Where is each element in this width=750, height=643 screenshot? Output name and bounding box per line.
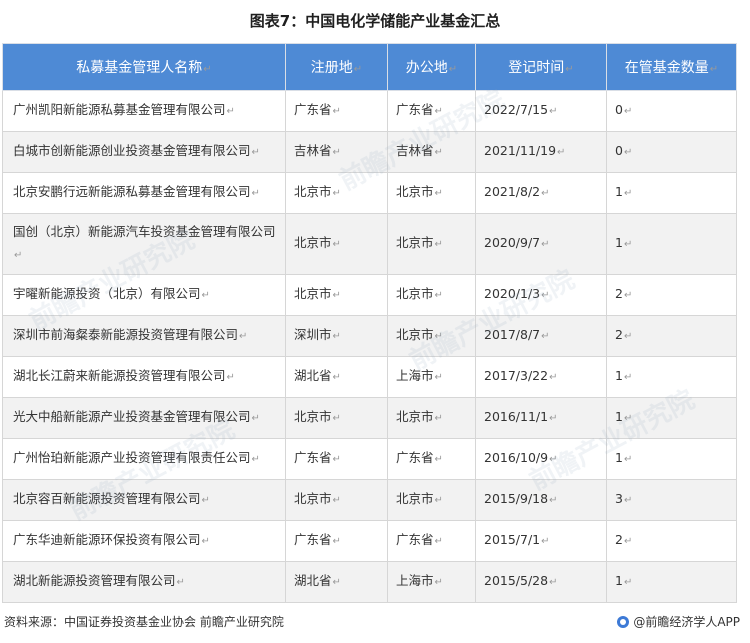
cell-count: 2↵ — [606, 274, 737, 316]
col-header-office: 办公地↵ — [387, 43, 476, 91]
cell-manager-name: 白城市创新能源创业投资基金管理有限公司↵ — [2, 131, 286, 173]
cell-manager-name: 湖北长江蔚来新能源投资管理有限公司↵ — [2, 356, 286, 398]
table-row: 湖北新能源投资管理有限公司↵ 湖北省↵ 上海市↵ 2015/5/28↵ 1↵ — [2, 561, 737, 603]
col-header-registered: 注册地↵ — [285, 43, 388, 91]
cell-date: 2016/11/1↵ — [475, 397, 607, 439]
cell-count: 1↵ — [606, 438, 737, 480]
brand-text: @前瞻经济学人APP — [633, 615, 740, 629]
cell-registered: 广东省↵ — [285, 520, 388, 562]
cell-count: 0↵ — [606, 131, 737, 173]
cell-registered: 广东省↵ — [285, 438, 388, 480]
cell-count: 3↵ — [606, 479, 737, 521]
brand-credit: @前瞻经济学人APP — [617, 613, 740, 630]
cell-office: 上海市↵ — [387, 561, 476, 603]
cell-office: 广东省↵ — [387, 520, 476, 562]
cell-count: 1↵ — [606, 213, 737, 275]
table-row: 白城市创新能源创业投资基金管理有限公司↵ 吉林省↵ 吉林省↵ 2021/11/19↵ 0… — [2, 131, 737, 173]
table-row: 湖北长江蔚来新能源投资管理有限公司↵ 湖北省↵ 上海市↵ 2017/3/22↵ 1↵ — [2, 356, 737, 398]
cell-office: 北京市↵ — [387, 172, 476, 214]
cell-manager-name: 北京容百新能源投资管理有限公司↵ — [2, 479, 286, 521]
cell-registered: 北京市↵ — [285, 397, 388, 439]
col-header-name: 私募基金管理人名称↵ — [2, 43, 286, 91]
cell-manager-name: 广州凯阳新能源私募基金管理有限公司↵ — [2, 90, 286, 132]
table-row: 北京安鹏行远新能源私募基金管理有限公司↵ 北京市↵ 北京市↵ 2021/8/2↵ 1↵ — [2, 172, 737, 214]
col-header-count: 在管基金数量↵ — [606, 43, 737, 91]
cell-count: 2↵ — [606, 315, 737, 357]
cell-office: 北京市↵ — [387, 274, 476, 316]
table-row: 北京容百新能源投资管理有限公司↵ 北京市↵ 北京市↵ 2015/9/18↵ 3↵ — [2, 479, 737, 521]
cell-registered: 北京市↵ — [285, 274, 388, 316]
table-row: 国创（北京）新能源汽车投资基金管理有限公司↵ 北京市↵ 北京市↵ 2020/9/7↵ 1… — [2, 213, 737, 275]
cell-date: 2021/8/2↵ — [475, 172, 607, 214]
cell-office: 北京市↵ — [387, 479, 476, 521]
cell-date: 2016/10/9↵ — [475, 438, 607, 480]
cell-office: 北京市↵ — [387, 397, 476, 439]
cell-date: 2015/9/18↵ — [475, 479, 607, 521]
cell-registered: 湖北省↵ — [285, 356, 388, 398]
cell-office: 北京市↵ — [387, 213, 476, 275]
cell-registered: 北京市↵ — [285, 172, 388, 214]
page-title: 图表7：中国电化学储能产业基金汇总 — [249, 12, 501, 30]
table-row: 光大中船新能源产业投资基金管理有限公司↵ 北京市↵ 北京市↵ 2016/11/1↵ 1↵ — [2, 397, 737, 439]
cell-manager-name: 国创（北京）新能源汽车投资基金管理有限公司↵ — [2, 213, 286, 275]
cell-registered: 深圳市↵ — [285, 315, 388, 357]
table-row: 广州怡珀新能源产业投资管理有限责任公司↵ 广东省↵ 广东省↵ 2016/10/9↵ 1↵ — [2, 438, 737, 480]
cell-office: 北京市↵ — [387, 315, 476, 357]
cell-count: 1↵ — [606, 561, 737, 603]
table-row: 广东华迪新能源环保投资有限公司↵ 广东省↵ 广东省↵ 2015/7/1↵ 2↵ — [2, 520, 737, 562]
cell-registered: 吉林省↵ — [285, 131, 388, 173]
cell-manager-name: 广州怡珀新能源产业投资管理有限责任公司↵ — [2, 438, 286, 480]
cell-date: 2017/3/22↵ — [475, 356, 607, 398]
cell-date: 2021/11/19↵ — [475, 131, 607, 173]
cell-date: 2017/8/7↵ — [475, 315, 607, 357]
cell-registered: 北京市↵ — [285, 479, 388, 521]
cell-count: 2↵ — [606, 520, 737, 562]
cell-registered: 广东省↵ — [285, 90, 388, 132]
cell-count: 0↵ — [606, 90, 737, 132]
cell-registered: 北京市↵ — [285, 213, 388, 275]
cell-manager-name: 广东华迪新能源环保投资有限公司↵ — [2, 520, 286, 562]
table-row: 广州凯阳新能源私募基金管理有限公司↵ 广东省↵ 广东省↵ 2022/7/15↵ 0↵ — [2, 90, 737, 132]
cell-office: 上海市↵ — [387, 356, 476, 398]
cell-manager-name: 湖北新能源投资管理有限公司↵ — [2, 561, 286, 603]
cell-manager-name: 北京安鹏行远新能源私募基金管理有限公司↵ — [2, 172, 286, 214]
cell-count: 1↵ — [606, 397, 737, 439]
table-row: 宇曜新能源投资（北京）有限公司↵ 北京市↵ 北京市↵ 2020/1/3↵ 2↵ — [2, 274, 737, 316]
cell-date: 2015/5/28↵ — [475, 561, 607, 603]
source-note: 资料来源：中国证券投资基金业协会 前瞻产业研究院 — [4, 615, 284, 629]
table-header-row: 私募基金管理人名称↵ 注册地↵ 办公地↵ 登记时间↵ 在管基金数量↵ — [2, 43, 737, 91]
brand-logo-icon — [617, 616, 630, 628]
cell-date: 2022/7/15↵ — [475, 90, 607, 132]
cell-date: 2015/7/1↵ — [475, 520, 607, 562]
cell-date: 2020/9/7↵ — [475, 213, 607, 275]
cell-date: 2020/1/3↵ — [475, 274, 607, 316]
cell-office: 吉林省↵ — [387, 131, 476, 173]
cell-count: 1↵ — [606, 172, 737, 214]
cell-manager-name: 光大中船新能源产业投资基金管理有限公司↵ — [2, 397, 286, 439]
cell-office: 广东省↵ — [387, 438, 476, 480]
cell-registered: 湖北省↵ — [285, 561, 388, 603]
cell-count: 1↵ — [606, 356, 737, 398]
table-row: 深圳市前海粲泰新能源投资管理有限公司↵ 深圳市↵ 北京市↵ 2017/8/7↵ 2↵ — [2, 315, 737, 357]
cell-manager-name: 宇曜新能源投资（北京）有限公司↵ — [2, 274, 286, 316]
cell-manager-name: 深圳市前海粲泰新能源投资管理有限公司↵ — [2, 315, 286, 357]
cell-office: 广东省↵ — [387, 90, 476, 132]
fund-table: 私募基金管理人名称↵ 注册地↵ 办公地↵ 登记时间↵ 在管基金数量↵ 广州凯阳新… — [2, 43, 737, 603]
col-header-date: 登记时间↵ — [475, 43, 607, 91]
